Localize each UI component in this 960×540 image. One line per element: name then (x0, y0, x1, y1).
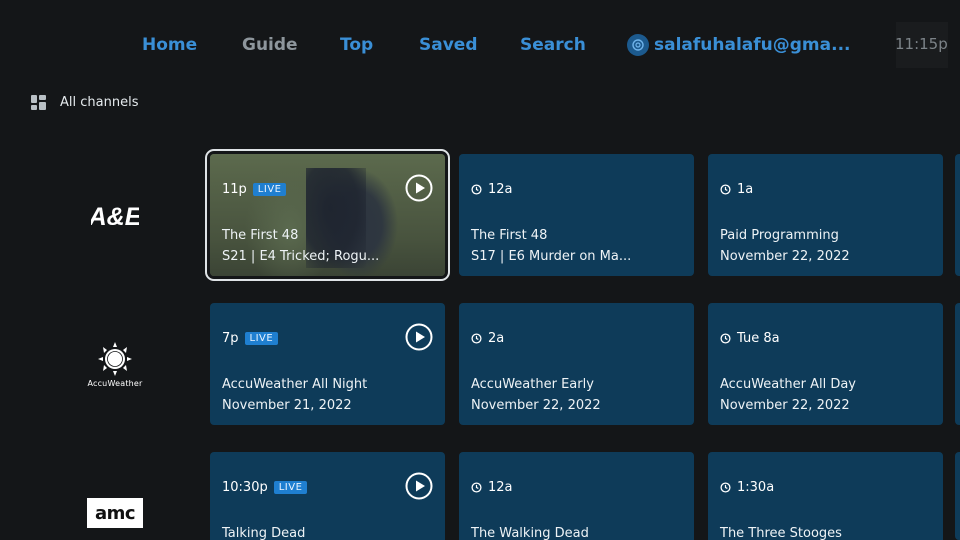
account-email: salafuhalafu@gma... (654, 35, 851, 55)
program-subtitle: November 22, 2022 (720, 398, 850, 413)
program-title: The Three Stooges (720, 526, 842, 540)
time-label: 7p (222, 331, 239, 346)
program-time: Tue 8a (720, 331, 780, 346)
play-icon[interactable] (405, 472, 433, 500)
program-tile-partial[interactable] (955, 452, 960, 540)
schedule-clock-icon (720, 482, 731, 493)
program-time: 7p LIVE (222, 331, 279, 346)
nav-saved[interactable]: Saved (419, 33, 478, 57)
schedule-clock-icon (471, 333, 482, 344)
amc-logo: amc (87, 498, 143, 528)
program-tile[interactable]: Tue 8a AccuWeather All Day November 22, … (708, 303, 943, 425)
nav-search[interactable]: Search (520, 33, 586, 57)
program-time: 1:30a (720, 480, 774, 495)
clock-time: 11:15p (895, 35, 948, 53)
grid-filter-icon (30, 94, 47, 111)
program-tile[interactable]: 7p LIVE AccuWeather All Night November 2… (210, 303, 445, 425)
time-label: 2a (488, 331, 505, 346)
channel-logo-accuweather[interactable]: AccuWeather (70, 338, 160, 390)
channel-filter-label: All channels (60, 95, 139, 110)
program-time: 12a (471, 182, 513, 197)
schedule-clock-icon (720, 184, 731, 195)
program-title: AccuWeather Early (471, 377, 594, 392)
program-subtitle: S17 | E6 Murder on Ma... (471, 249, 632, 264)
program-tile[interactable]: 2a AccuWeather Early November 22, 2022 (459, 303, 694, 425)
top-navigation: Home Guide Top Saved Search salafuhalafu… (0, 0, 960, 90)
nav-guide[interactable]: Guide (242, 33, 298, 57)
program-time: 2a (471, 331, 504, 346)
account-avatar-icon (627, 34, 649, 56)
program-title: The First 48 (222, 228, 299, 243)
program-subtitle: S21 | E4 Tricked; Rogu... (222, 249, 380, 264)
schedule-clock-icon (471, 482, 482, 493)
time-label: 10:30p (222, 480, 268, 495)
time-label: 1a (737, 182, 754, 197)
program-time: 11p LIVE (222, 182, 287, 197)
time-label: 12a (488, 182, 513, 197)
time-label: Tue 8a (737, 331, 780, 346)
live-badge: LIVE (244, 332, 279, 345)
channel-logo-amc[interactable]: amc (70, 496, 160, 530)
program-title: AccuWeather All Night (222, 377, 368, 392)
play-icon[interactable] (405, 323, 433, 351)
program-tile[interactable]: 11p LIVE The First 48 S21 | E4 Tricked; … (205, 149, 450, 281)
svg-text:A&E: A&E (91, 203, 139, 230)
program-tile[interactable]: 1a Paid Programming November 22, 2022 (708, 154, 943, 276)
program-time: 10:30p LIVE (222, 480, 308, 495)
program-time: 12a (471, 480, 513, 495)
program-title: Talking Dead (222, 526, 306, 540)
nav-home[interactable]: Home (142, 33, 197, 57)
time-label: 1:30a (737, 480, 775, 495)
program-subtitle: November 22, 2022 (720, 249, 850, 264)
program-title: Paid Programming (720, 228, 839, 243)
channel-logo-ae[interactable]: A&E (70, 196, 160, 236)
program-title: The Walking Dead (471, 526, 589, 540)
time-label: 12a (488, 480, 513, 495)
play-icon[interactable] (405, 174, 433, 202)
program-tile-partial[interactable] (955, 154, 960, 276)
program-subtitle: November 22, 2022 (471, 398, 601, 413)
ae-logo: A&E (91, 203, 139, 230)
live-badge: LIVE (252, 183, 287, 196)
program-title: The First 48 (471, 228, 548, 243)
schedule-clock-icon (471, 184, 482, 195)
nav-top[interactable]: Top (340, 33, 373, 57)
program-tile[interactable]: 12a The First 48 S17 | E6 Murder on Ma..… (459, 154, 694, 276)
program-subtitle: November 21, 2022 (222, 398, 352, 413)
program-title: AccuWeather All Day (720, 377, 856, 392)
time-label: 11p (222, 182, 247, 197)
accuweather-logo-text: AccuWeather (87, 378, 143, 388)
live-badge: LIVE (273, 481, 308, 494)
channel-filter[interactable]: All channels (30, 94, 138, 111)
program-time: 1a (720, 182, 753, 197)
program-tile[interactable]: 12a The Walking Dead (459, 452, 694, 540)
program-tile[interactable]: 1:30a The Three Stooges (708, 452, 943, 540)
sun-logo-icon (98, 341, 132, 376)
program-tile[interactable]: 10:30p LIVE Talking Dead (210, 452, 445, 540)
nav-account[interactable]: salafuhalafu@gma... (627, 33, 851, 57)
schedule-clock-icon (720, 333, 731, 344)
program-tile-partial[interactable] (955, 303, 960, 425)
